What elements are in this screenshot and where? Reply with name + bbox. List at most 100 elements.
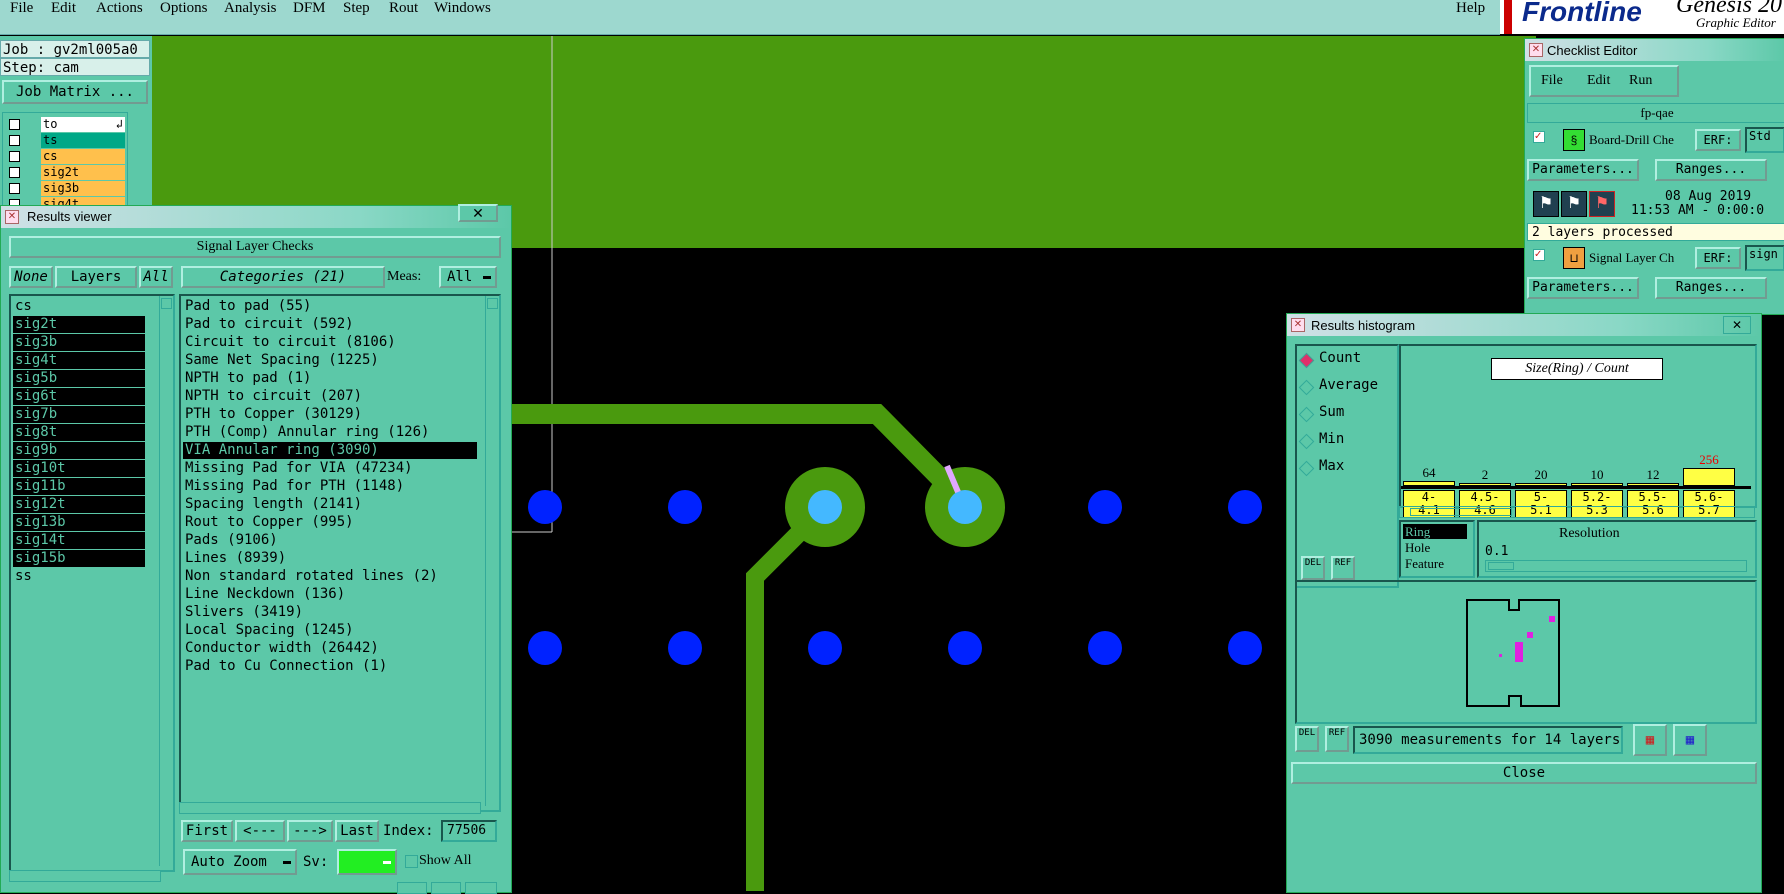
category-list-item[interactable]: Local Spacing (1245) [183, 622, 477, 639]
checklist-menu-edit[interactable]: Edit [1587, 73, 1610, 89]
check-icon[interactable]: ✓ [1533, 131, 1545, 143]
layer-list-item[interactable]: ss [13, 568, 145, 585]
layer-checkbox[interactable] [9, 151, 20, 162]
category-list-item[interactable]: VIA Annular ring (3090) [183, 442, 477, 459]
layer-list-item[interactable]: cs [13, 298, 145, 315]
show-all-checkbox[interactable] [405, 855, 418, 868]
layer-list-item[interactable]: sig10t [13, 460, 145, 477]
run-icon[interactable]: ⚑ [1533, 191, 1559, 217]
layer-list-item[interactable]: sig8t [13, 424, 145, 441]
layer-row[interactable]: sig2t [7, 165, 125, 180]
ranges-button[interactable]: Ranges... [1655, 159, 1767, 181]
menu-step[interactable]: Step [343, 0, 370, 17]
layer-row[interactable]: ts [7, 133, 125, 148]
scroll-up-icon[interactable] [487, 298, 498, 309]
erf-button[interactable]: ERF: [1695, 247, 1741, 269]
slider-thumb[interactable] [1488, 562, 1514, 570]
category-list-item[interactable]: Circuit to circuit (8106) [183, 334, 477, 351]
parameters-button[interactable]: Parameters... [1527, 159, 1639, 181]
tool-button[interactable] [465, 882, 497, 894]
layer-checkbox[interactable] [9, 135, 20, 146]
layer-checkbox[interactable] [9, 119, 20, 130]
feature-list-item[interactable]: Ring [1403, 524, 1467, 539]
menu-help[interactable]: Help [1456, 0, 1485, 17]
layer-list-item[interactable]: sig6t [13, 388, 145, 405]
select-none-button[interactable]: None [9, 266, 53, 288]
menu-analysis[interactable]: Analysis [224, 0, 277, 17]
layer-checkbox[interactable] [9, 167, 20, 178]
del-button[interactable]: DEL [1295, 726, 1319, 752]
category-list-item[interactable]: PTH (Comp) Annular ring (126) [183, 424, 477, 441]
layer-list-item[interactable]: sig15b [13, 550, 145, 567]
close-icon[interactable]: ✕ [1723, 316, 1751, 334]
select-all-button[interactable]: All [139, 266, 173, 288]
category-list-item[interactable]: Lines (8939) [183, 550, 477, 567]
category-list-item[interactable]: Rout to Copper (995) [183, 514, 477, 531]
category-list-item[interactable]: Missing Pad for VIA (47234) [183, 460, 477, 477]
stop-icon[interactable]: ⚑ [1589, 191, 1615, 217]
menu-edit[interactable]: Edit [51, 0, 76, 17]
category-list-item[interactable]: Conductor width (26442) [183, 640, 477, 657]
scroll-thumb[interactable] [1410, 508, 1512, 516]
category-list-item[interactable]: Same Net Spacing (1225) [183, 352, 477, 369]
del-button[interactable]: DEL [1301, 556, 1325, 580]
category-list-item[interactable]: Missing Pad for PTH (1148) [183, 478, 477, 495]
category-list-item[interactable]: NPTH to pad (1) [183, 370, 477, 387]
categories-scrollbar[interactable] [485, 296, 498, 806]
layer-list-item[interactable]: sig4t [13, 352, 145, 369]
layer-list-item[interactable]: sig12t [13, 496, 145, 513]
category-list-item[interactable]: Line Neckdown (136) [183, 586, 477, 603]
close-icon[interactable]: ✕ [458, 204, 498, 222]
layer-list-item[interactable]: sig7b [13, 406, 145, 423]
index-input[interactable]: 77506 [441, 820, 497, 842]
layers-hscrollbar[interactable] [9, 870, 161, 882]
ref-button[interactable]: REF [1331, 556, 1355, 580]
feature-list-item[interactable]: Feature [1403, 556, 1467, 571]
ranges-button[interactable]: Ranges... [1655, 277, 1767, 299]
layer-list-item[interactable]: sig14t [13, 532, 145, 549]
category-list-item[interactable]: Pads (9106) [183, 532, 477, 549]
erf-value[interactable]: Std [1745, 127, 1784, 153]
layer-row[interactable]: sig3b [7, 181, 125, 196]
tool-button[interactable] [397, 882, 427, 894]
tool-button[interactable] [431, 882, 461, 894]
menu-rout[interactable]: Rout [389, 0, 418, 17]
layer-list-item[interactable]: sig13b [13, 514, 145, 531]
layer-list-item[interactable]: sig3b [13, 334, 145, 351]
layer-row[interactable]: to ↲ [7, 117, 125, 132]
histogram-titlebar[interactable]: ✕ Results histogram ✕ [1287, 314, 1761, 336]
checklist-item-label[interactable]: Signal Layer Ch [1589, 250, 1674, 266]
export-icon[interactable]: ▦ [1633, 724, 1667, 756]
layer-list-item[interactable]: sig9b [13, 442, 145, 459]
category-list-item[interactable]: Non standard rotated lines (2) [183, 568, 477, 585]
first-button[interactable]: First [181, 820, 233, 842]
resolution-slider[interactable] [1485, 560, 1747, 572]
ref-button[interactable]: REF [1325, 726, 1349, 752]
menu-options[interactable]: Options [160, 0, 208, 17]
report-icon[interactable]: ▦ [1673, 724, 1707, 756]
layer-list-item[interactable]: sig11b [13, 478, 145, 495]
checklist-titlebar[interactable]: ✕ Checklist Editor [1525, 39, 1784, 61]
category-list-item[interactable]: Pad to Cu Connection (1) [183, 658, 477, 675]
parameters-button[interactable]: Parameters... [1527, 277, 1639, 299]
histogram-hscrollbar[interactable] [1399, 506, 1755, 518]
prev-button[interactable]: <--- [235, 820, 285, 842]
layers-scrollbar[interactable] [159, 296, 172, 866]
category-list-item[interactable]: Slivers (3419) [183, 604, 477, 621]
category-list-item[interactable]: Pad to pad (55) [183, 298, 477, 315]
category-list-item[interactable]: NPTH to circuit (207) [183, 388, 477, 405]
next-button[interactable]: ---> [287, 820, 333, 842]
run-all-icon[interactable]: ⚑ [1561, 191, 1587, 217]
menu-dfm[interactable]: DFM [293, 0, 326, 17]
job-matrix-button[interactable]: Job Matrix ... [2, 80, 148, 104]
feature-list-item[interactable]: Hole [1403, 540, 1467, 555]
erf-value[interactable]: sign [1745, 245, 1784, 271]
category-list-item[interactable]: Spacing length (2141) [183, 496, 477, 513]
checklist-menu-run[interactable]: Run [1629, 73, 1652, 89]
layer-row[interactable]: cs [7, 149, 125, 164]
menu-file[interactable]: File [10, 0, 33, 17]
layer-list-item[interactable]: sig2t [13, 316, 145, 333]
results-viewer-titlebar[interactable]: ✕ Results viewer [1, 206, 511, 228]
close-button[interactable]: Close [1291, 762, 1757, 784]
last-button[interactable]: Last [335, 820, 379, 842]
